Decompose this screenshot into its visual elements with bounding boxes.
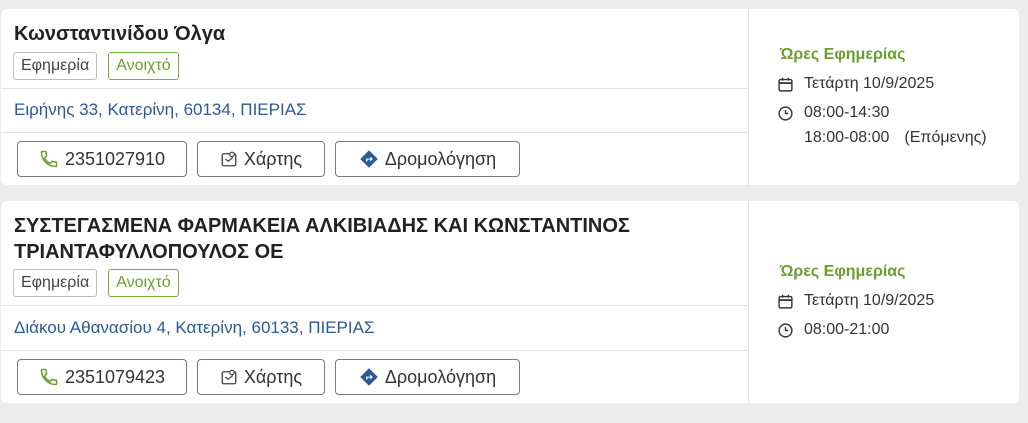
map-label: Χάρτης [243, 366, 303, 387]
divider [1, 88, 748, 89]
duty-hours-title: Ώρες Εφημερίας [780, 46, 906, 63]
map-icon [220, 150, 238, 168]
route-diamond-icon [359, 367, 379, 387]
duty-hours-title: Ώρες Εφημερίας [780, 263, 906, 280]
duty-date: Τετάρτη 10/9/2025 [804, 75, 935, 92]
action-buttons: 2351079423 Χάρτης Δρομολόγηση [17, 359, 520, 395]
map-icon [220, 368, 238, 386]
route-button[interactable]: Δρομολόγηση [335, 141, 520, 177]
clock-icon [777, 322, 795, 339]
pharmacy-name-line: Κωνσταντινίδου Όλγα [14, 23, 226, 45]
next-day-note: (Επόμενης) [904, 129, 987, 146]
pharmacy-info: Κωνσταντινίδου Όλγα Εφημερία Ανοιχτό Ειρ… [1, 9, 748, 185]
duty-hours: 08:00-21:00 [804, 321, 890, 338]
duty-date: Τετάρτη 10/9/2025 [804, 292, 935, 309]
open-status-badge: Ανοιχτό [108, 52, 179, 80]
duty-date-row: Τετάρτη 10/9/2025 [777, 75, 934, 93]
pharmacy-info: ΣΥΣΤΕΓΑΣΜΕΝΑ ΦΑΡΜΑΚΕΙΑ ΑΛΚΙΒΙΑΔΗΣ ΚΑΙ ΚΩ… [1, 201, 748, 403]
route-label: Δρομολόγηση [384, 148, 497, 169]
clock-icon [777, 105, 795, 122]
pharmacy-name: ΣΥΣΤΕΓΑΣΜΕΝΑ ΦΑΡΜΑΚΕΙΑ ΑΛΚΙΒΙΑΔΗΣ ΚΑΙ ΚΩ… [14, 213, 630, 265]
phone-icon [39, 149, 59, 169]
divider [1, 132, 748, 133]
duty-hours-panel: Ώρες Εφημερίας Τετάρτη 10/9/2025 08:00-2… [748, 201, 1019, 403]
route-button[interactable]: Δρομολόγηση [335, 359, 520, 395]
duty-hours-extra-row: 18:00-08:00 (Επόμενης) [804, 129, 987, 147]
divider [1, 350, 748, 351]
pharmacy-card: ΣΥΣΤΕΓΑΣΜΕΝΑ ΦΑΡΜΑΚΕΙΑ ΑΛΚΙΒΙΑΔΗΣ ΚΑΙ ΚΩ… [1, 201, 1019, 403]
map-label: Χάρτης [243, 148, 303, 169]
map-button[interactable]: Χάρτης [197, 141, 325, 177]
duty-hours-panel: Ώρες Εφημερίας Τετάρτη 10/9/2025 08:00-1… [748, 9, 1019, 185]
address-link[interactable]: Διάκου Αθανασίου 4, Κατερίνη, 60133, ΠΙΕ… [14, 317, 374, 339]
call-button[interactable]: 2351079423 [17, 359, 187, 395]
duty-badge: Εφημερία [13, 269, 98, 297]
duty-hours-row: 08:00-14:30 [777, 104, 889, 122]
calendar-icon [777, 293, 795, 310]
map-button[interactable]: Χάρτης [197, 359, 325, 395]
call-button[interactable]: 2351027910 [17, 141, 187, 177]
calendar-icon [777, 76, 795, 93]
duty-hours: 08:00-14:30 [804, 104, 890, 121]
pharmacy-card: Κωνσταντινίδου Όλγα Εφημερία Ανοιχτό Ειρ… [1, 9, 1019, 185]
pharmacy-name-line: ΣΥΣΤΕΓΑΣΜΕΝΑ ΦΑΡΜΑΚΕΙΑ ΑΛΚΙΒΙΑΔΗΣ ΚΑΙ ΚΩ… [14, 215, 630, 237]
duty-badge: Εφημερία [13, 52, 98, 80]
pharmacy-name: Κωνσταντινίδου Όλγα [14, 21, 225, 47]
pharmacy-name-line: ΤΡΙΑΝΤΑΦΥΛΛΟΠΟΥΛΟΣ ΟΕ [14, 241, 284, 263]
phone-number: 2351027910 [64, 148, 166, 169]
phone-icon [39, 367, 59, 387]
address-link[interactable]: Ειρήνης 33, Κατερίνη, 60134, ΠΙΕΡΙΑΣ [14, 99, 307, 121]
badge-group: Εφημερία Ανοιχτό [13, 52, 179, 80]
divider [1, 305, 748, 306]
duty-date-row: Τετάρτη 10/9/2025 [777, 292, 934, 310]
route-label: Δρομολόγηση [384, 366, 497, 387]
action-buttons: 2351027910 Χάρτης Δρομολόγηση [17, 141, 520, 177]
route-diamond-icon [359, 149, 379, 169]
duty-hours-extra: 18:00-08:00 [804, 129, 890, 146]
phone-number: 2351079423 [64, 366, 166, 387]
badge-group: Εφημερία Ανοιχτό [13, 269, 179, 297]
open-status-badge: Ανοιχτό [108, 269, 179, 297]
duty-hours-row: 08:00-21:00 [777, 321, 889, 339]
